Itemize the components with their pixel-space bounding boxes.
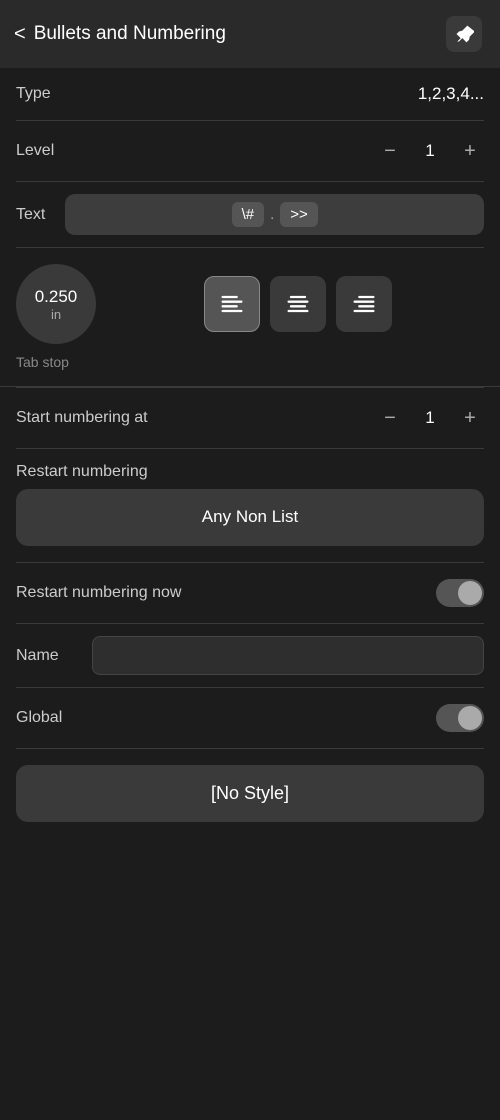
- start-numbering-plus-button[interactable]: +: [456, 404, 484, 432]
- start-numbering-label: Start numbering at: [16, 409, 148, 427]
- level-plus-button[interactable]: +: [456, 137, 484, 165]
- global-section: Global: [0, 688, 500, 749]
- token-chevron[interactable]: >>: [280, 202, 318, 227]
- level-minus-button[interactable]: −: [376, 137, 404, 165]
- start-numbering-section: Start numbering at − 1 +: [0, 388, 500, 449]
- global-row: Global: [16, 688, 484, 749]
- text-label: Text: [16, 206, 45, 224]
- restart-numbering-section: Restart numbering Any Non List: [0, 449, 500, 546]
- restart-now-label: Restart numbering now: [16, 584, 181, 602]
- global-toggle-thumb: [458, 706, 482, 730]
- name-label: Name: [16, 647, 76, 665]
- level-stepper: − 1 +: [376, 137, 484, 165]
- align-left-icon: [218, 290, 246, 318]
- start-numbering-value: 1: [420, 408, 440, 428]
- align-left-button[interactable]: [204, 276, 260, 332]
- align-center-icon: [284, 290, 312, 318]
- restart-numbering-label: Restart numbering: [16, 449, 484, 489]
- level-section: Level − 1 +: [0, 121, 500, 182]
- type-row[interactable]: Type 1,2,3,4...: [16, 68, 484, 121]
- start-numbering-minus-button[interactable]: −: [376, 404, 404, 432]
- type-section: Type 1,2,3,4...: [0, 68, 500, 121]
- any-non-list-button[interactable]: Any Non List: [16, 489, 484, 546]
- pin-button[interactable]: [446, 16, 482, 52]
- start-numbering-stepper: − 1 +: [376, 404, 484, 432]
- type-value: 1,2,3,4...: [418, 84, 484, 104]
- level-value: 1: [420, 141, 440, 161]
- text-row: Text \# . >>: [16, 182, 484, 248]
- alignment-buttons: [112, 276, 484, 332]
- name-row: Name: [16, 624, 484, 688]
- start-numbering-row: Start numbering at − 1 +: [16, 388, 484, 449]
- level-label: Level: [16, 142, 54, 160]
- token-hash[interactable]: \#: [232, 202, 265, 227]
- align-center-button[interactable]: [270, 276, 326, 332]
- tabstop-controls: 0.250 in: [16, 264, 484, 344]
- global-toggle[interactable]: [436, 704, 484, 732]
- name-section: Name: [0, 624, 500, 688]
- restart-now-toggle-thumb: [458, 581, 482, 605]
- header-left: < Bullets and Numbering: [14, 23, 226, 46]
- global-label: Global: [16, 709, 62, 727]
- name-input[interactable]: [92, 636, 484, 675]
- tabstop-value: 0.250: [35, 287, 78, 307]
- restart-now-section: Restart numbering now: [0, 563, 500, 624]
- text-tokens-area[interactable]: \# . >>: [65, 194, 484, 235]
- tabstop-unit: in: [51, 307, 61, 322]
- restart-now-row: Restart numbering now: [16, 563, 484, 624]
- align-right-button[interactable]: [336, 276, 392, 332]
- text-section: Text \# . >>: [0, 182, 500, 248]
- token-dot: .: [270, 206, 274, 223]
- header: < Bullets and Numbering: [0, 0, 500, 68]
- tabstop-circle[interactable]: 0.250 in: [16, 264, 96, 344]
- restart-now-toggle[interactable]: [436, 579, 484, 607]
- no-style-button[interactable]: [No Style]: [16, 765, 484, 822]
- type-label: Type: [16, 85, 51, 103]
- tabstop-section: 0.250 in: [0, 248, 500, 387]
- back-button[interactable]: <: [14, 23, 26, 46]
- page-title: Bullets and Numbering: [34, 23, 226, 45]
- level-row: Level − 1 +: [16, 121, 484, 182]
- tabstop-label: Tab stop: [16, 354, 484, 370]
- align-right-icon: [350, 290, 378, 318]
